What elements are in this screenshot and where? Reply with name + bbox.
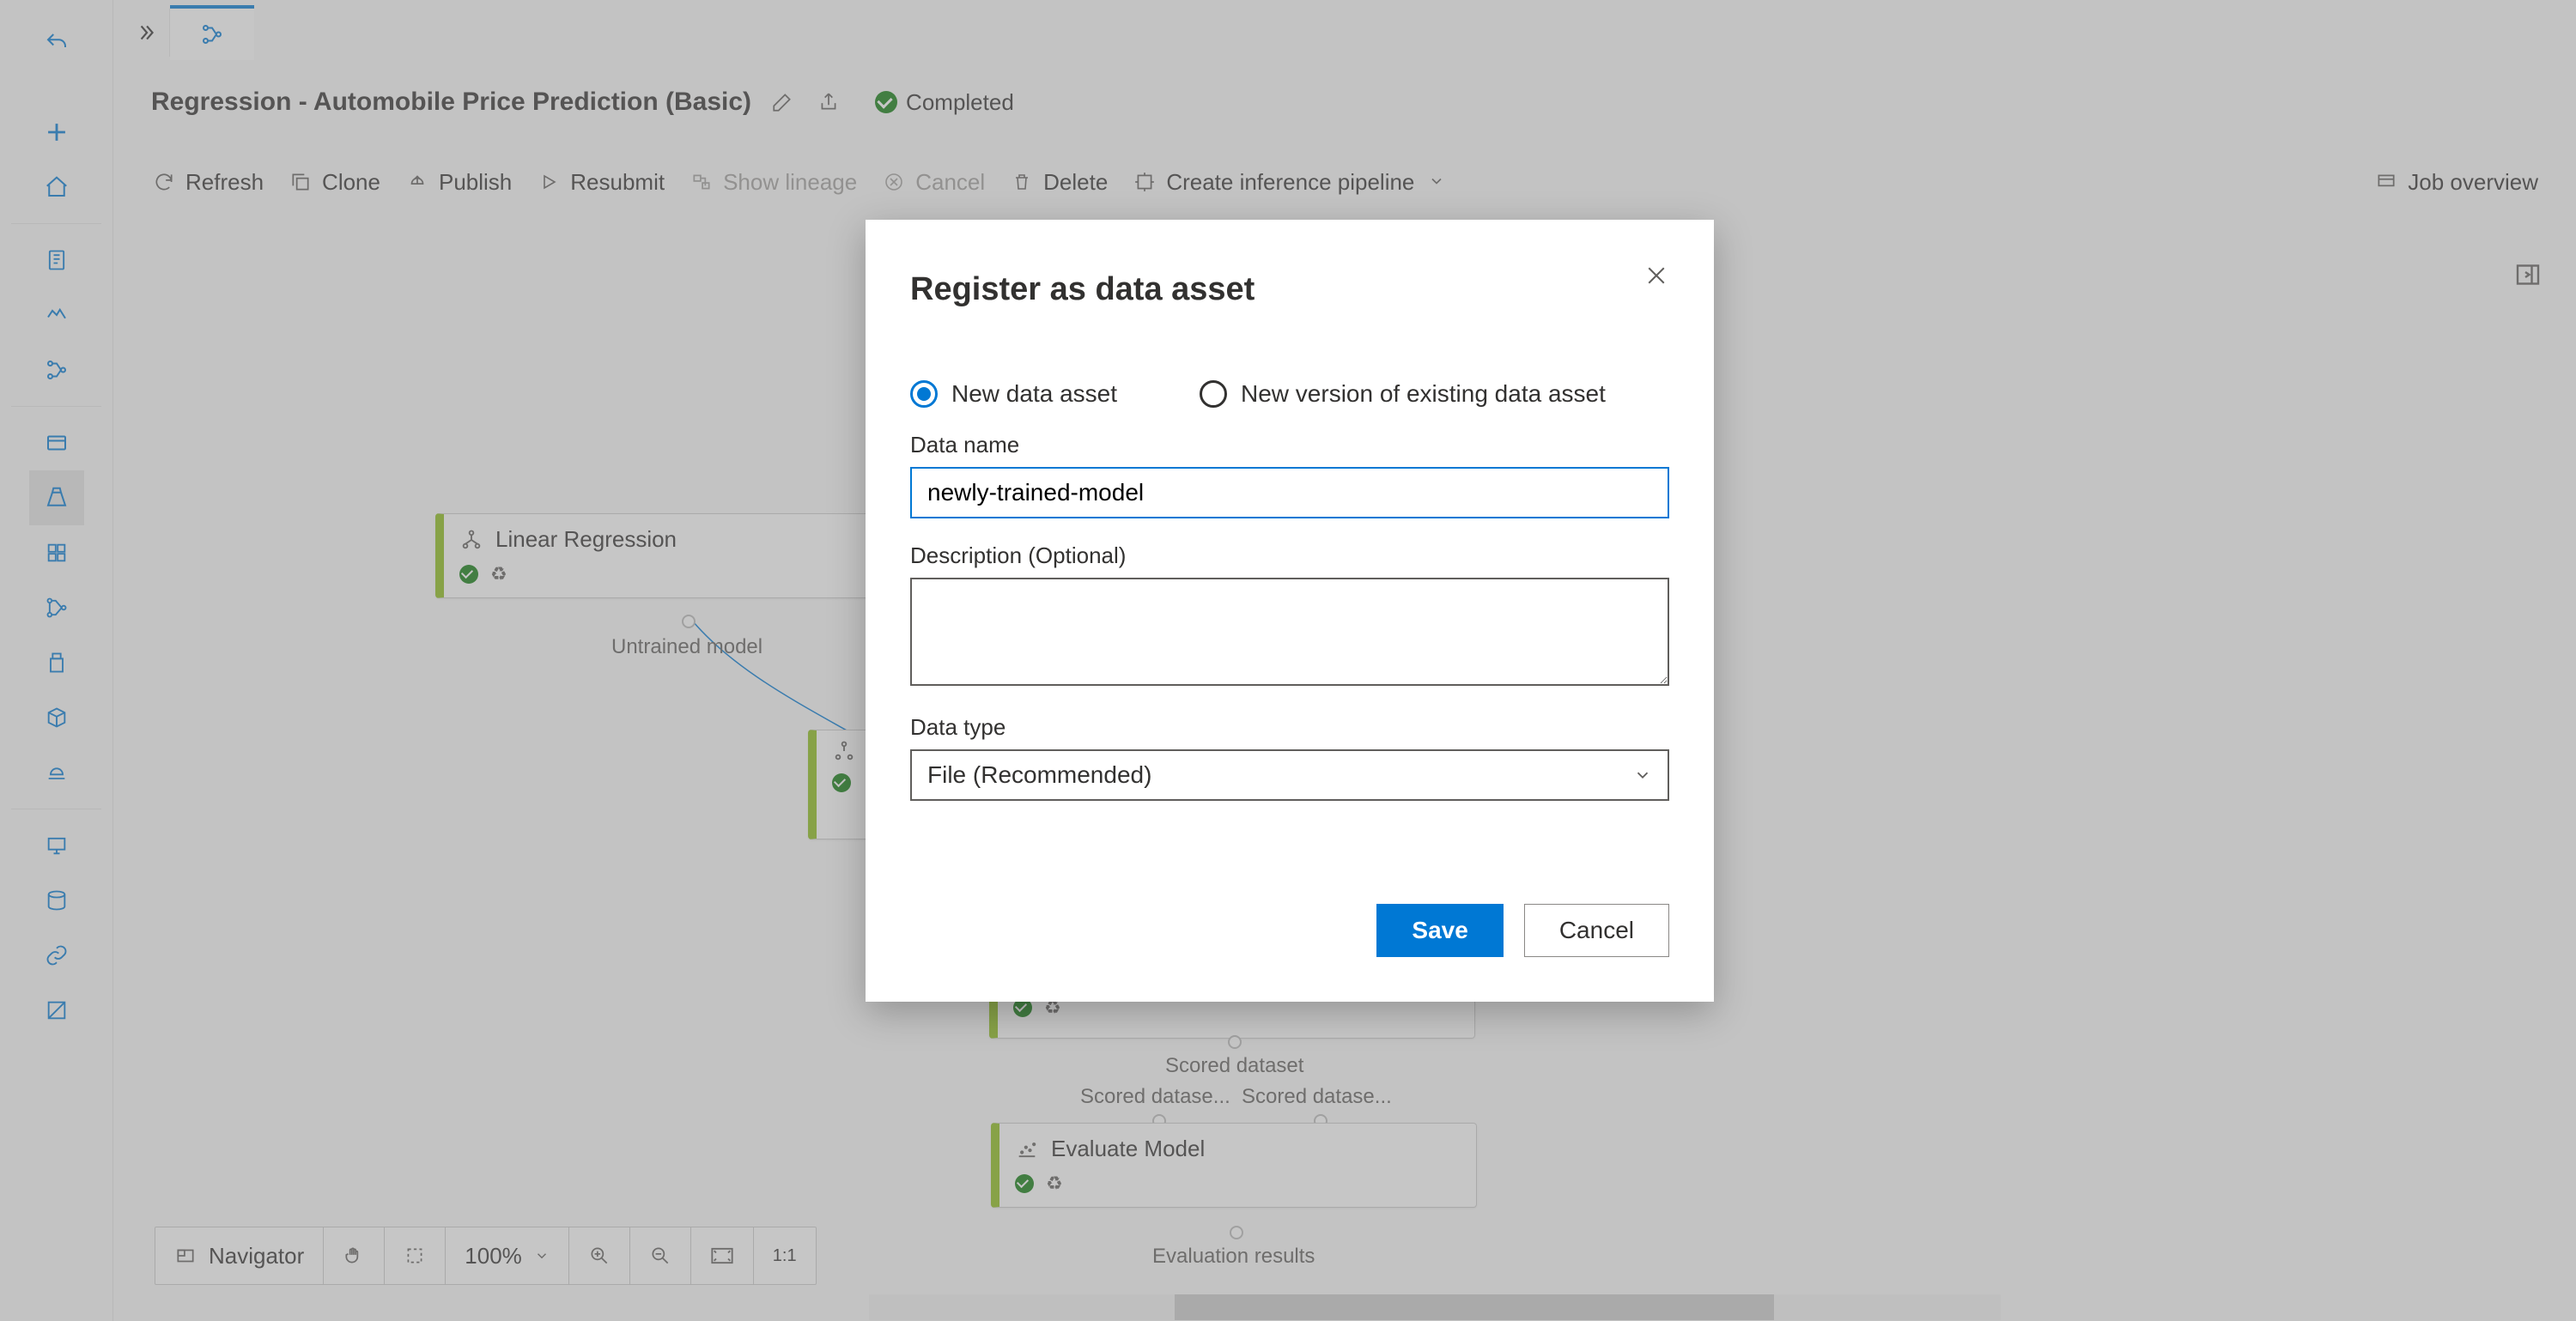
data-type-select[interactable]: File (Recommended) bbox=[910, 749, 1669, 801]
description-input[interactable] bbox=[910, 578, 1669, 686]
radio-new-version[interactable]: New version of existing data asset bbox=[1200, 380, 1606, 408]
save-button[interactable]: Save bbox=[1376, 904, 1503, 957]
data-type-label: Data type bbox=[910, 714, 1669, 741]
radio-new-data-asset[interactable]: New data asset bbox=[910, 380, 1117, 408]
description-label: Description (Optional) bbox=[910, 542, 1669, 569]
data-name-label: Data name bbox=[910, 432, 1669, 458]
chevron-down-icon bbox=[1633, 766, 1652, 785]
dialog-cancel-button[interactable]: Cancel bbox=[1524, 904, 1669, 957]
radio-icon bbox=[1200, 380, 1227, 408]
data-name-input[interactable] bbox=[910, 467, 1669, 518]
dialog-title: Register as data asset bbox=[910, 271, 1669, 308]
register-data-asset-dialog: Register as data asset New data asset Ne… bbox=[866, 220, 1714, 1002]
close-icon[interactable] bbox=[1643, 263, 1669, 293]
radio-icon bbox=[910, 380, 938, 408]
